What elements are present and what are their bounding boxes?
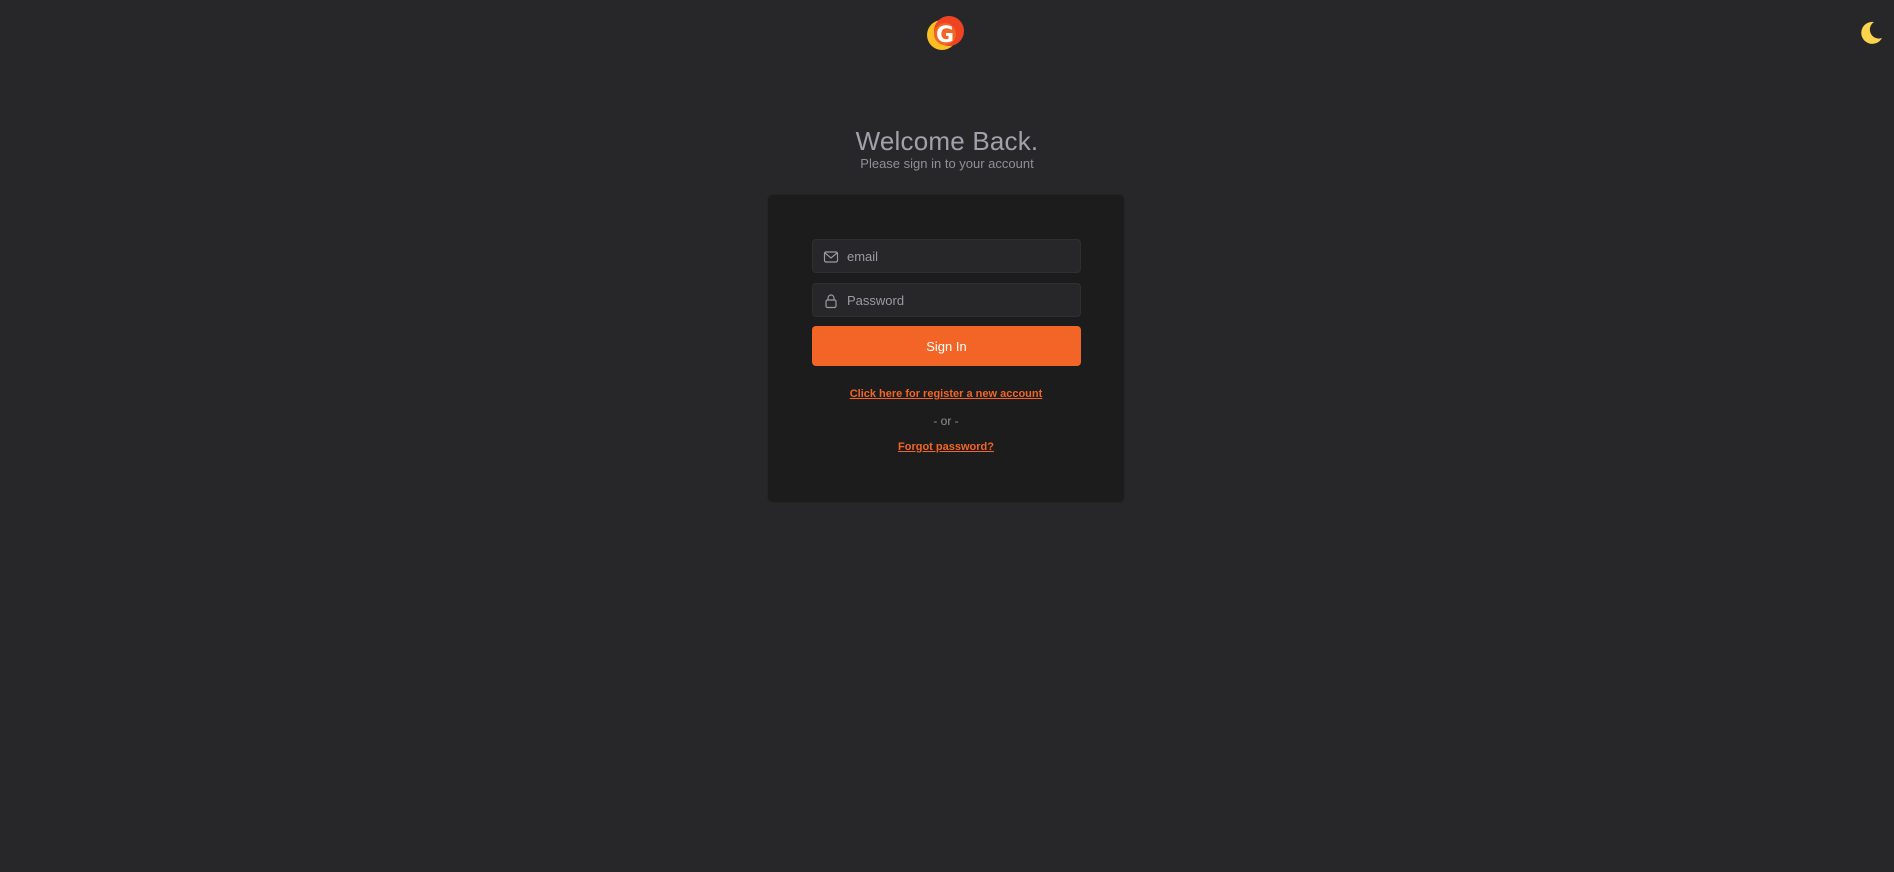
or-divider: - or - <box>933 414 959 428</box>
login-page: G Welcome Back. Please sign in to your a… <box>0 0 1894 872</box>
brand-g-logo-icon: G <box>927 16 964 50</box>
email-input[interactable] <box>847 240 1075 272</box>
login-card: Sign In Click here for register a new ac… <box>767 194 1125 503</box>
forgot-link-row: Forgot password? <box>768 441 1124 453</box>
email-field[interactable] <box>812 239 1081 273</box>
welcome-subtitle: Please sign in to your account <box>860 156 1034 171</box>
password-field[interactable] <box>812 283 1081 317</box>
lock-icon <box>825 294 837 309</box>
mail-icon <box>823 251 839 263</box>
welcome-title: Welcome Back. <box>855 126 1039 156</box>
forgot-password-link[interactable]: Forgot password? <box>898 441 994 453</box>
register-link-row: Click here for register a new account <box>768 388 1124 400</box>
password-input[interactable] <box>847 284 1075 316</box>
sign-in-button[interactable]: Sign In <box>812 326 1081 366</box>
svg-text:G: G <box>936 23 954 48</box>
moon-icon[interactable] <box>1857 19 1885 47</box>
register-link[interactable]: Click here for register a new account <box>850 388 1043 400</box>
